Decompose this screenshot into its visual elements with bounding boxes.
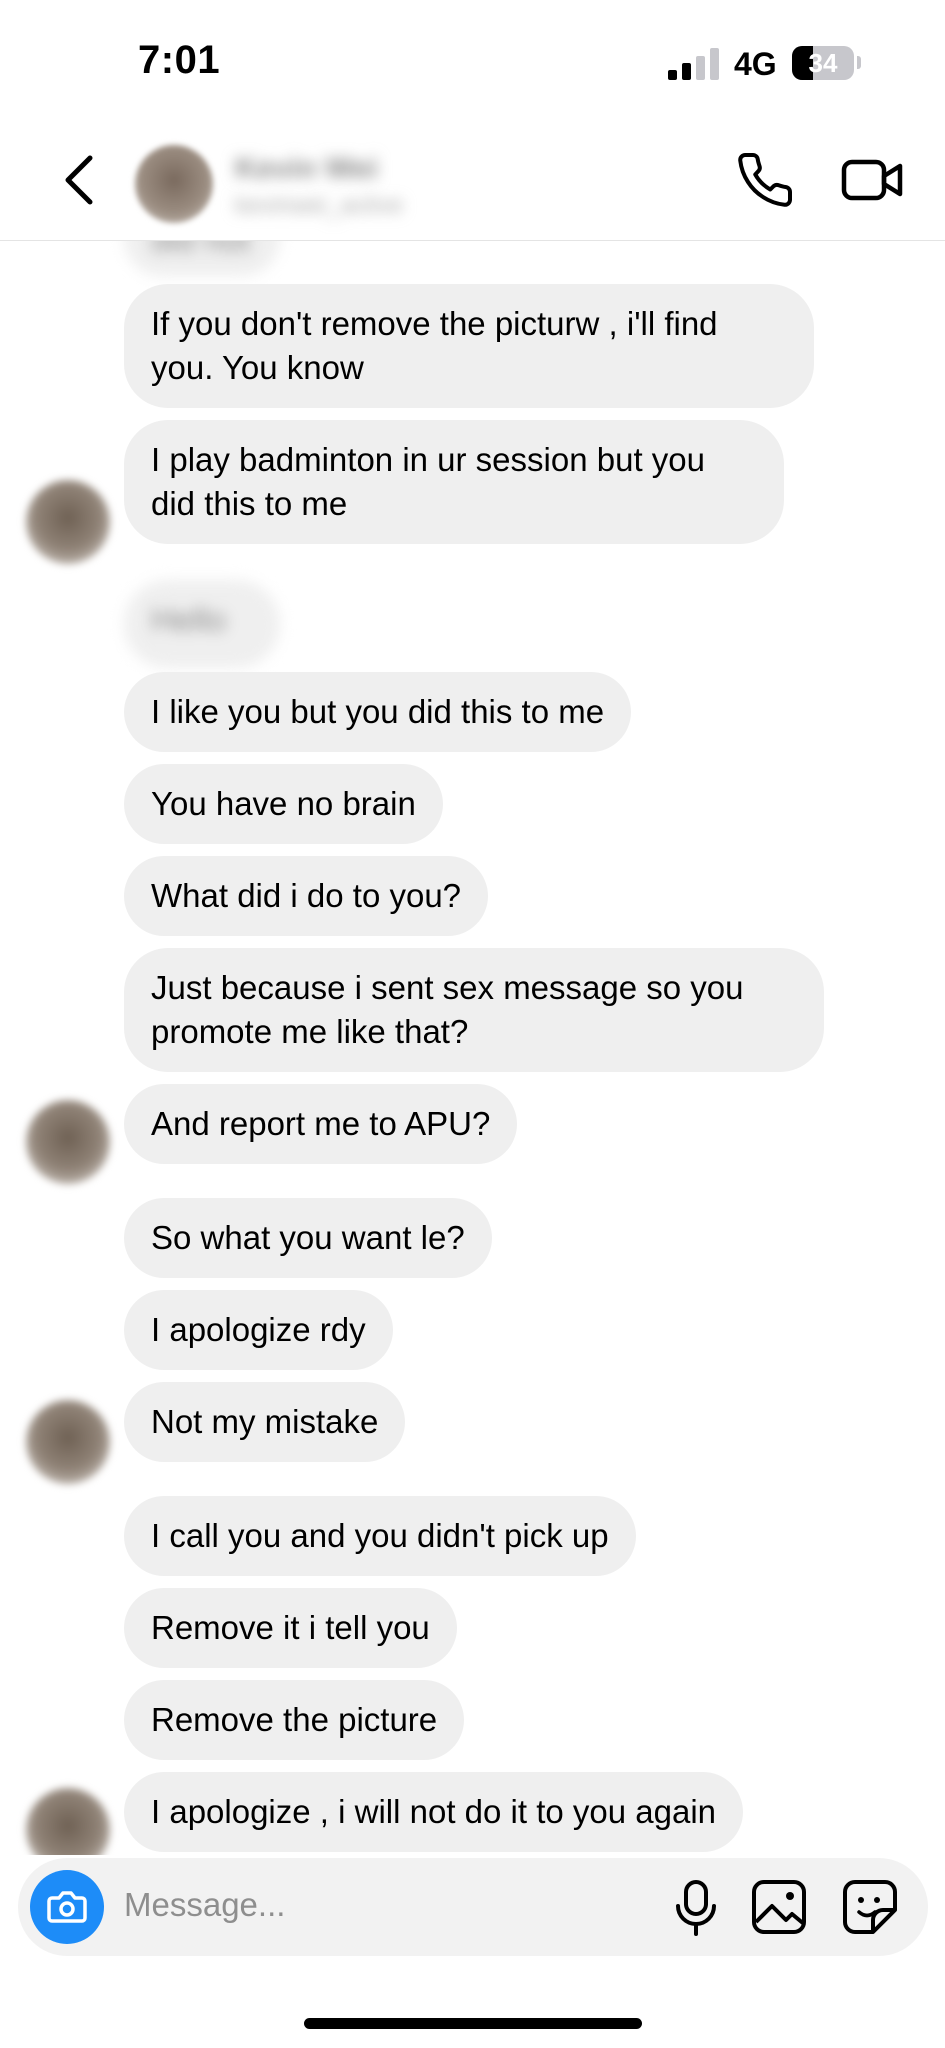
message-bubble[interactable]: And report me to APU? [124, 1084, 518, 1164]
contact-avatar[interactable] [135, 145, 213, 223]
home-indicator[interactable] [304, 2018, 642, 2029]
message-bubble[interactable]: I call you and you didn't pick up [124, 1496, 636, 1576]
message-bubble[interactable]: Remove the picture [124, 1680, 465, 1760]
message-bubble[interactable]: If you don't remove the picturw , i'll f… [124, 284, 814, 408]
message-bubble[interactable]: So what you want le? [124, 1198, 492, 1278]
message-bubble[interactable]: What did i do to you? [124, 856, 489, 936]
message-bubble[interactable]: I play badminton in ur session but you d… [124, 420, 784, 544]
message-bubble[interactable]: I like you but you did this to me [124, 672, 632, 752]
sticker-icon[interactable] [841, 1878, 899, 1936]
sender-avatar[interactable] [26, 1400, 110, 1484]
status-bar: 7:01 4G 34 [0, 0, 945, 120]
message-bubble[interactable]: Just because i sent sex message so you p… [124, 948, 824, 1072]
contact-subtitle: kevinwei_active [235, 192, 404, 219]
message-bubble[interactable]: Not my mistake [124, 1382, 406, 1462]
chevron-left-icon[interactable] [52, 150, 112, 210]
sender-avatar[interactable] [26, 1100, 110, 1184]
message-composer: Message... [18, 1858, 928, 1956]
message-input[interactable]: Message... [124, 1886, 285, 1924]
battery-icon: 34 [792, 46, 854, 80]
network-label: 4G [734, 46, 777, 82]
contact-name[interactable]: Kevin Wei [235, 152, 378, 186]
video-camera-icon[interactable] [840, 150, 906, 210]
battery-level: 34 [808, 48, 838, 78]
image-gallery-icon[interactable] [750, 1878, 808, 1936]
camera-icon [47, 1891, 87, 1923]
chat-header: Kevin Wei kevinwei_active [0, 120, 945, 241]
message-list[interactable]: did not If you don't remove the picturw … [0, 240, 945, 1855]
message-bubble[interactable]: I apologize , i will not do it to you ag… [124, 1772, 744, 1852]
camera-button[interactable] [30, 1870, 104, 1944]
message-bubble[interactable]: did not [124, 240, 280, 276]
message-bubble[interactable]: Remove it i tell you [124, 1588, 457, 1668]
message-bubble[interactable]: Hello [124, 580, 280, 668]
sender-avatar[interactable] [26, 480, 110, 564]
message-bubble[interactable]: You have no brain [124, 764, 443, 844]
status-time: 7:01 [138, 38, 221, 82]
phone-icon[interactable] [735, 150, 795, 210]
signal-icon [668, 48, 722, 80]
message-bubble[interactable]: I apologize rdy [124, 1290, 393, 1370]
microphone-icon[interactable] [668, 1878, 724, 1938]
battery-cap [857, 56, 861, 69]
sender-avatar[interactable] [26, 1788, 110, 1855]
